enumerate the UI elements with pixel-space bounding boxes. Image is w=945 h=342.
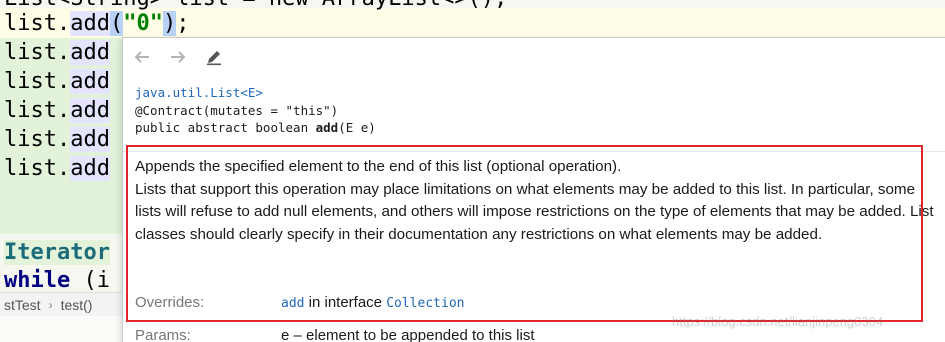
method-signature: java.util.List<E> @Contract(mutates = "t… (135, 85, 376, 135)
code-line-iterator[interactable]: Iterator (4, 238, 110, 267)
class-reference-link[interactable]: java.util.List<E> (135, 85, 263, 100)
overrides-class-link[interactable]: Collection (386, 296, 464, 311)
arrow-left-icon[interactable] (131, 46, 153, 68)
breadcrumb-separator: › (48, 297, 53, 312)
divider (123, 151, 945, 152)
code-line[interactable]: list.add (4, 125, 110, 154)
code-line[interactable]: list.add (4, 38, 110, 67)
params-label: Params: (135, 327, 191, 342)
arrow-right-icon[interactable] (167, 46, 189, 68)
code-line-while[interactable]: while (i (4, 266, 110, 295)
overrides-label: Overrides: (135, 294, 205, 311)
code-line[interactable]: list.add (4, 154, 110, 183)
breadcrumb-item-class[interactable]: stTest (4, 297, 41, 313)
quick-documentation-popup[interactable]: java.util.List<E> @Contract(mutates = "t… (122, 37, 945, 342)
overrides-method-link[interactable]: add (281, 296, 304, 311)
contract-annotation: @Contract(mutates = "this") (135, 102, 339, 118)
params-value: e – element to be appended to this list (281, 327, 535, 342)
watermark-text: https://blog.csdn.net/lianjinpeng0304 (672, 314, 884, 329)
doc-toolbar (131, 44, 225, 70)
code-line-current[interactable]: list.add("0"); (4, 9, 189, 38)
code-line[interactable]: list.add (4, 67, 110, 96)
doc-description: Appends the specified element to the end… (135, 156, 935, 246)
doc-description-line: Appends the specified element to the end… (135, 158, 622, 175)
method-name: add (315, 120, 339, 135)
code-line[interactable]: list.add (4, 96, 110, 125)
breadcrumb-item-method[interactable]: test() (61, 297, 93, 313)
pencil-icon[interactable] (203, 46, 225, 68)
overrides-value: add in interface Collection (281, 294, 465, 311)
doc-description-paragraph: Lists that support this operation may pl… (135, 180, 934, 243)
